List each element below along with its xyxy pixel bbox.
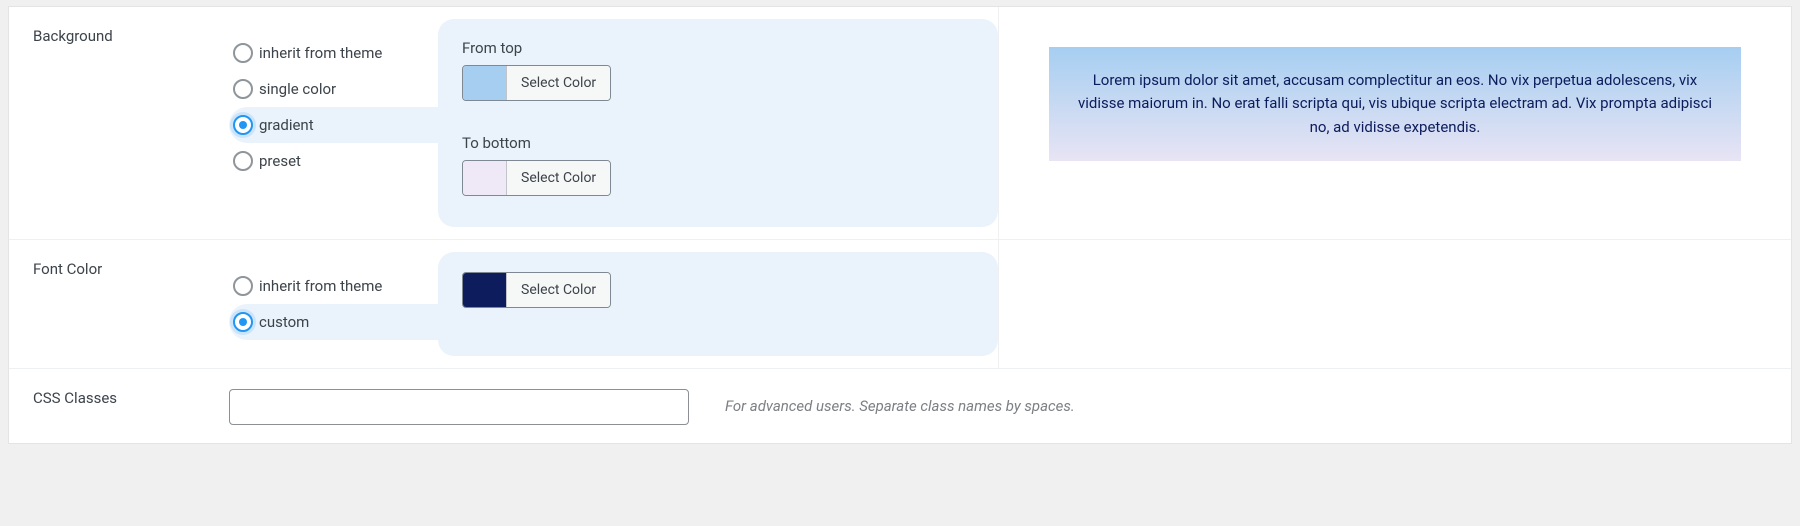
radio-icon <box>233 151 253 171</box>
preview-box: Lorem ipsum dolor sit amet, accusam comp… <box>1049 47 1741 161</box>
font-color-picker-block: Select Color <box>462 272 974 311</box>
css-classes-input[interactable] <box>229 389 689 425</box>
radio-icon <box>233 276 253 296</box>
background-body: inherit from theme single color gradient… <box>229 7 1791 239</box>
radio-bg-preset[interactable]: preset <box>229 143 439 179</box>
radio-label: inherit from theme <box>259 277 382 295</box>
radio-label: preset <box>259 152 301 170</box>
color-swatch-icon <box>463 273 507 307</box>
select-color-button[interactable]: Select Color <box>507 273 610 307</box>
background-radio-group: inherit from theme single color gradient… <box>229 7 439 239</box>
select-color-button[interactable]: Select Color <box>507 161 610 195</box>
radio-icon <box>233 79 253 99</box>
gradient-to-block: To bottom Select Color <box>462 134 974 199</box>
font-color-config: Select Color <box>438 252 998 356</box>
select-color-button[interactable]: Select Color <box>507 66 610 100</box>
preview-column-empty <box>998 240 1791 368</box>
gradient-to-label: To bottom <box>462 134 974 152</box>
radio-bg-single[interactable]: single color <box>229 71 439 107</box>
radio-fc-custom[interactable]: custom <box>229 304 439 340</box>
color-swatch-icon <box>463 161 507 195</box>
color-picker-to-bottom[interactable]: Select Color <box>462 160 611 196</box>
row-css-classes: CSS Classes For advanced users. Separate… <box>9 368 1791 443</box>
radio-label: inherit from theme <box>259 44 382 62</box>
background-label: Background <box>9 7 229 239</box>
gradient-from-block: From top Select Color <box>462 39 974 104</box>
radio-fc-inherit[interactable]: inherit from theme <box>229 268 439 304</box>
css-classes-label: CSS Classes <box>9 369 229 443</box>
fontcolor-radio-group: inherit from theme custom <box>229 240 439 368</box>
radio-bg-gradient[interactable]: gradient <box>229 107 439 143</box>
radio-label: single color <box>259 80 336 98</box>
css-classes-help: For advanced users. Separate class names… <box>725 397 1075 415</box>
radio-label: custom <box>259 313 309 331</box>
radio-label: gradient <box>259 116 314 134</box>
font-color-body: inherit from theme custom Select Color <box>229 240 1791 368</box>
radio-icon <box>233 43 253 63</box>
settings-panel: Background inherit from theme single col… <box>8 6 1792 444</box>
radio-icon <box>233 312 253 332</box>
color-picker-font[interactable]: Select Color <box>462 272 611 308</box>
background-gradient-config: From top Select Color To bottom Select C… <box>438 19 998 227</box>
radio-bg-inherit[interactable]: inherit from theme <box>229 35 439 71</box>
font-color-label: Font Color <box>9 240 229 368</box>
preview-column: Lorem ipsum dolor sit amet, accusam comp… <box>998 7 1791 239</box>
color-picker-from-top[interactable]: Select Color <box>462 65 611 101</box>
radio-icon <box>233 115 253 135</box>
color-swatch-icon <box>463 66 507 100</box>
row-background: Background inherit from theme single col… <box>9 7 1791 239</box>
row-font-color: Font Color inherit from theme custom Sel… <box>9 239 1791 368</box>
gradient-from-label: From top <box>462 39 974 57</box>
css-classes-body: For advanced users. Separate class names… <box>229 369 1791 443</box>
